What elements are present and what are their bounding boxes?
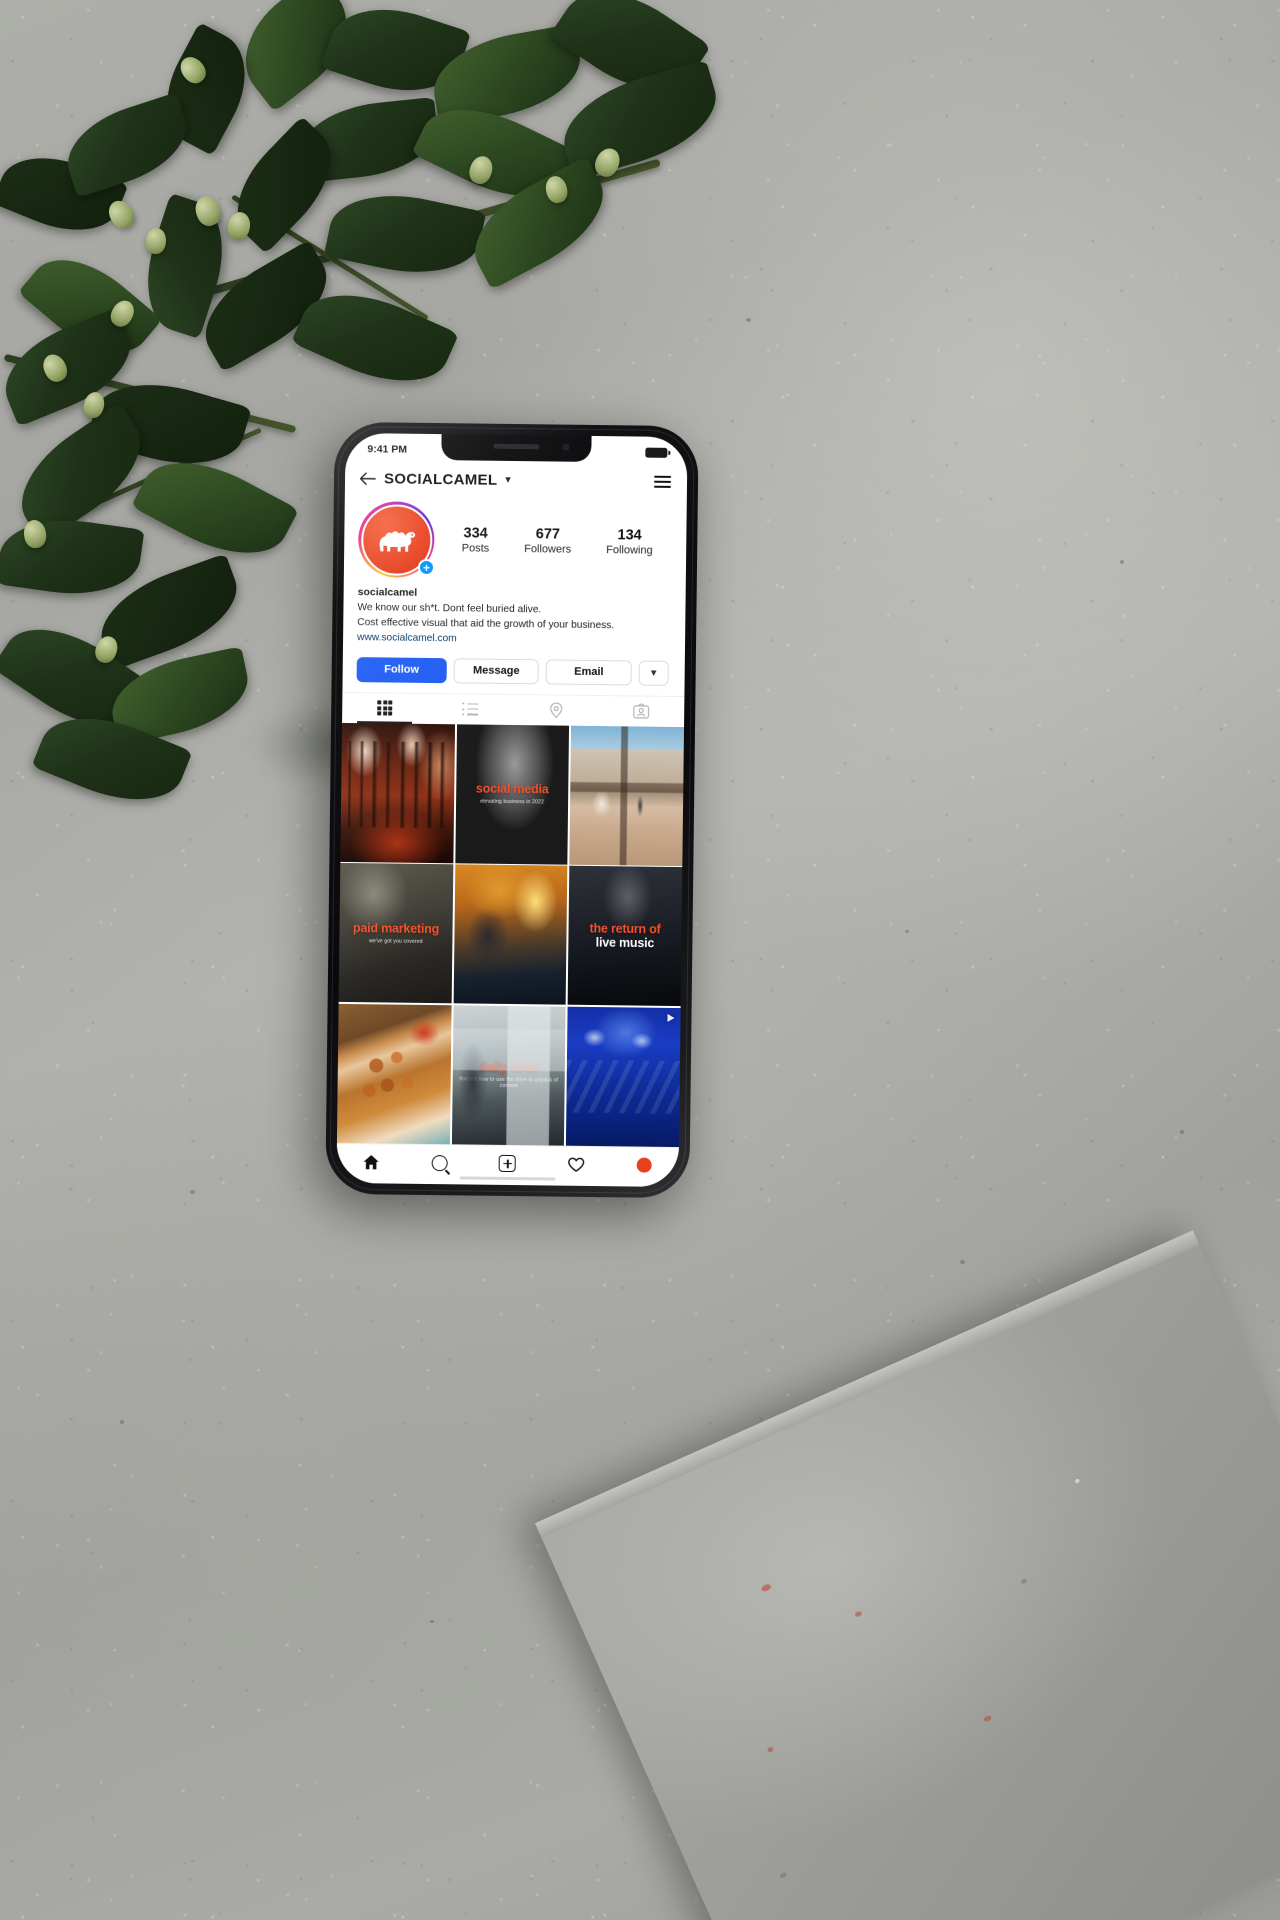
post-caption-sub: elevating business in 2022	[480, 798, 545, 806]
search-icon	[431, 1154, 448, 1171]
heart-icon	[567, 1157, 585, 1172]
nav-home[interactable]	[351, 1149, 391, 1175]
post-blue-venue[interactable]	[565, 1006, 681, 1148]
post-caption-sub: we've got you covered	[369, 937, 423, 945]
stat-posts[interactable]: 334 Posts	[462, 525, 490, 555]
surface-speck	[120, 1420, 124, 1424]
profile-header: SOCIALCAMEL ▾	[345, 460, 687, 500]
chevron-down-icon: ▾	[651, 667, 657, 679]
post-social-media[interactable]: social media elevating business in 2022	[454, 723, 570, 865]
slab-speck	[766, 1746, 775, 1754]
surface-speck	[430, 1620, 434, 1623]
profile-avatar-icon	[636, 1157, 653, 1173]
post-concert-crowd[interactable]	[340, 722, 455, 863]
post-food-tray[interactable]	[336, 1003, 452, 1145]
battery-icon	[645, 447, 668, 458]
post-caption-sub: find out how to use the drive to unpack …	[459, 1076, 559, 1090]
tab-tagged[interactable]	[599, 696, 685, 727]
nav-profile[interactable]	[624, 1152, 664, 1178]
nav-create[interactable]	[487, 1150, 527, 1176]
tab-list[interactable]	[428, 694, 514, 725]
hamburger-menu-icon[interactable]	[653, 475, 672, 489]
tab-location[interactable]	[513, 695, 599, 726]
page-title: SOCIALCAMEL	[383, 469, 498, 489]
nav-search[interactable]	[419, 1149, 459, 1175]
stat-label: Following	[606, 543, 653, 557]
bottom-navigation	[336, 1142, 679, 1188]
surface-speck	[1120, 560, 1124, 564]
posts-grid: social media elevating business in 2022 …	[336, 722, 685, 1148]
location-pin-icon	[549, 702, 563, 719]
slab-speck	[854, 1610, 863, 1618]
post-daily-dose[interactable]: daily dose find out how to use the drive…	[451, 1005, 567, 1146]
slab-speck	[778, 1871, 788, 1879]
home-icon	[363, 1154, 379, 1169]
profile-bio: socialcamel We know our sh*t. Dont feel …	[343, 577, 686, 650]
post-return-of-live-music[interactable]: the return of live music	[567, 865, 683, 1007]
post-caption: daily dose find out how to use the drive…	[452, 1060, 565, 1090]
post-street-scene[interactable]	[569, 725, 685, 866]
plus-square-icon	[499, 1154, 517, 1173]
post-caption-title-2: live music	[595, 934, 655, 950]
phone-screen[interactable]: 9:41 PM SOCIALCAMEL ▾ + 334 Posts 677 Fo…	[336, 432, 688, 1188]
back-arrow-icon[interactable]	[359, 471, 376, 485]
profile-stats: 334 Posts 677 Followers 134 Following	[434, 525, 670, 558]
status-bar: 9:41 PM	[345, 433, 687, 464]
avatar[interactable]: +	[357, 501, 436, 579]
post-caption-title: paid marketing	[352, 920, 440, 937]
stat-followers[interactable]: 677 Followers	[524, 526, 571, 556]
post-caption: the return of live music	[568, 921, 681, 951]
post-dj-sunset[interactable]	[453, 864, 568, 1006]
stat-value: 334	[463, 525, 488, 542]
grid-icon	[377, 700, 393, 716]
phone-body: 9:41 PM SOCIALCAMEL ▾ + 334 Posts 677 Fo…	[325, 421, 699, 1199]
stat-label: Followers	[524, 542, 572, 556]
surface-speck	[746, 318, 751, 322]
list-icon	[462, 702, 479, 716]
add-story-badge[interactable]: +	[417, 558, 436, 577]
status-time: 9:41 PM	[367, 442, 408, 456]
profile-tabs	[342, 691, 685, 727]
surface-speck	[905, 930, 909, 933]
post-caption: social media elevating business in 2022	[456, 781, 569, 806]
surface-speck	[960, 1260, 965, 1264]
stat-value: 677	[535, 526, 561, 543]
stat-label: Posts	[461, 542, 490, 555]
stat-value: 134	[617, 527, 642, 544]
nav-activity[interactable]	[556, 1151, 596, 1177]
play-icon	[667, 1013, 675, 1022]
post-paid-marketing[interactable]: paid marketing we've got you covered	[338, 863, 454, 1004]
email-button[interactable]: Email	[545, 659, 632, 686]
post-caption-title: the return of	[589, 921, 661, 936]
smartphone: 9:41 PM SOCIALCAMEL ▾ + 334 Posts 677 Fo…	[325, 421, 699, 1199]
stat-following[interactable]: 134 Following	[606, 527, 653, 557]
profile-summary-row: + 334 Posts 677 Followers 134 Following	[344, 496, 687, 581]
chevron-down-icon[interactable]: ▾	[505, 473, 511, 485]
tagged-person-icon	[633, 703, 650, 719]
more-options-button[interactable]: ▾	[638, 660, 669, 686]
photo-scene: 9:41 PM SOCIALCAMEL ▾ + 334 Posts 677 Fo…	[0, 0, 1280, 1920]
post-caption: paid marketing we've got you covered	[339, 920, 452, 945]
camel-icon	[379, 531, 416, 552]
post-caption-title: social media	[475, 781, 549, 797]
follow-button[interactable]: Follow	[356, 656, 447, 683]
slab-speck	[760, 1582, 773, 1593]
post-caption-title: daily dose	[479, 1060, 539, 1075]
surface-speck	[1180, 1130, 1184, 1134]
slab-speck	[1074, 1478, 1081, 1484]
slab-speck	[1020, 1578, 1028, 1585]
surface-speck	[190, 1190, 195, 1194]
message-button[interactable]: Message	[453, 657, 540, 684]
slab-speck	[982, 1714, 993, 1723]
tab-grid[interactable]	[342, 693, 428, 724]
profile-actions: Follow Message Email ▾	[342, 646, 685, 696]
